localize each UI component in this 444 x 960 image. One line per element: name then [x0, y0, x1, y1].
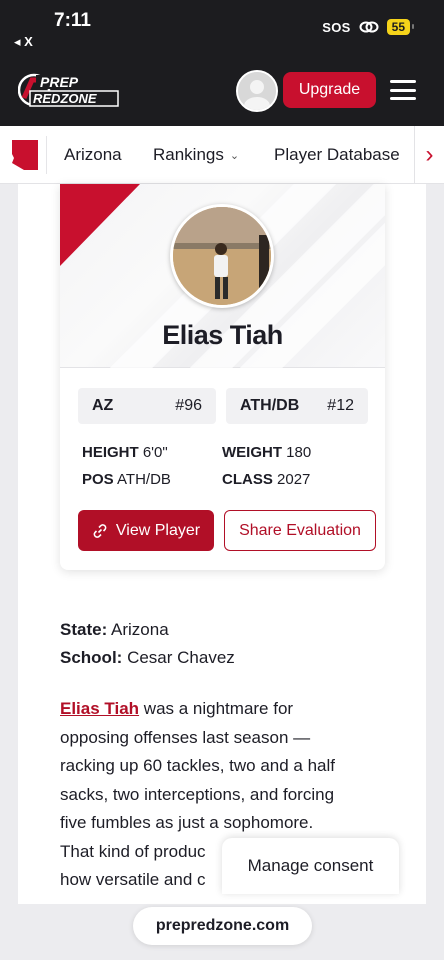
view-player-label: View Player — [115, 521, 201, 539]
height-stat: HEIGHT 6'0" — [82, 444, 168, 461]
state-label: State: — [60, 620, 108, 639]
card-accent-triangle — [60, 184, 140, 266]
prep-redzone-logo[interactable]: PREP REDZONE — [18, 72, 120, 108]
nav-divider — [46, 136, 47, 174]
link-icon — [359, 21, 379, 33]
height-value: 6'0" — [142, 444, 168, 461]
paragraph-line: racking up 60 tackles, two and a half — [60, 756, 335, 775]
paragraph-line: opposing offenses last season — — [60, 727, 311, 747]
nav-scroll-right-button[interactable]: › — [414, 126, 444, 183]
nav-item-label: Player Database — [274, 145, 400, 164]
manage-consent-button[interactable]: Manage consent — [222, 838, 399, 894]
position-stat: POS ATH/DB — [82, 471, 171, 488]
position-rank-chip: ATH/DB #12 — [226, 388, 368, 424]
svg-text:PREP: PREP — [40, 74, 79, 90]
hamburger-menu-icon[interactable] — [390, 78, 416, 102]
class-value: 2027 — [277, 471, 311, 488]
view-player-button[interactable]: View Player — [78, 510, 214, 551]
user-silhouette-icon — [238, 72, 276, 110]
state-value: Arizona — [111, 620, 169, 639]
pos-value: ATH/DB — [117, 471, 171, 488]
user-avatar[interactable] — [236, 70, 278, 112]
arizona-state-icon[interactable] — [10, 138, 40, 172]
player-name: Elias Tiah — [162, 320, 283, 350]
state-line: State: Arizona — [60, 620, 169, 640]
share-evaluation-button[interactable]: Share Evaluation — [224, 510, 376, 551]
svg-text:REDZONE: REDZONE — [33, 91, 97, 106]
nav-item-label: Arizona — [64, 145, 122, 164]
secondary-nav: Arizona Rankings ⌄ Player Database › — [0, 126, 444, 184]
school-line: School: Cesar Chavez — [60, 648, 235, 668]
status-time: 7:11 — [54, 10, 91, 31]
sos-indicator: SOS — [322, 19, 351, 35]
chevron-down-icon: ⌄ — [229, 149, 240, 162]
class-stat: CLASS 2027 — [222, 471, 310, 488]
nav-item-arizona[interactable]: Arizona — [64, 145, 122, 165]
weight-stat: WEIGHT 180 — [222, 444, 311, 461]
link-icon — [93, 523, 107, 538]
player-card: Elias Tiah AZ #96 ATH/DB #12 HEIGHT 6'0"… — [60, 184, 385, 570]
paragraph-line: five fumbles as just a sophomore. — [60, 813, 314, 832]
player-name-link[interactable]: Elias Tiah — [60, 699, 139, 718]
weight-label: WEIGHT — [222, 444, 282, 461]
nav-item-player-database[interactable]: Player Database — [274, 145, 400, 165]
site-header: PREP REDZONE Upgrade — [0, 58, 444, 126]
nav-item-rankings[interactable]: Rankings ⌄ — [153, 145, 239, 165]
paragraph-line: sacks, two interceptions, and forcing — [60, 784, 335, 804]
browser-url-bar[interactable]: prepredzone.com — [133, 907, 312, 945]
battery-indicator: 55 — [386, 19, 415, 35]
weight-value: 180 — [286, 444, 312, 461]
position-code: ATH/DB — [240, 397, 300, 414]
state-rank: #96 — [175, 397, 202, 414]
chevron-right-icon: › — [425, 141, 434, 168]
state-rank-chip: AZ #96 — [78, 388, 216, 424]
status-indicators: SOS 55 — [322, 19, 415, 35]
position-rank: #12 — [327, 397, 354, 414]
state-code: AZ — [92, 397, 114, 414]
status-bar: 7:11 ◂ X SOS 55 — [0, 0, 444, 58]
paragraph-line: Elias Tiah was a nightmare for — [60, 695, 390, 724]
paragraph-text: was a nightmare for — [139, 699, 294, 718]
player-photo — [170, 204, 274, 308]
pos-label: POS — [82, 471, 114, 488]
upgrade-button[interactable]: Upgrade — [283, 72, 376, 108]
card-hero: Elias Tiah — [60, 184, 385, 434]
height-label: HEIGHT — [82, 444, 139, 461]
school-value: Cesar Chavez — [127, 648, 235, 667]
back-to-app-button[interactable]: ◂ X — [14, 34, 33, 50]
school-label: School: — [60, 648, 123, 667]
nav-item-label: Rankings — [153, 145, 224, 164]
class-label: CLASS — [222, 471, 273, 488]
